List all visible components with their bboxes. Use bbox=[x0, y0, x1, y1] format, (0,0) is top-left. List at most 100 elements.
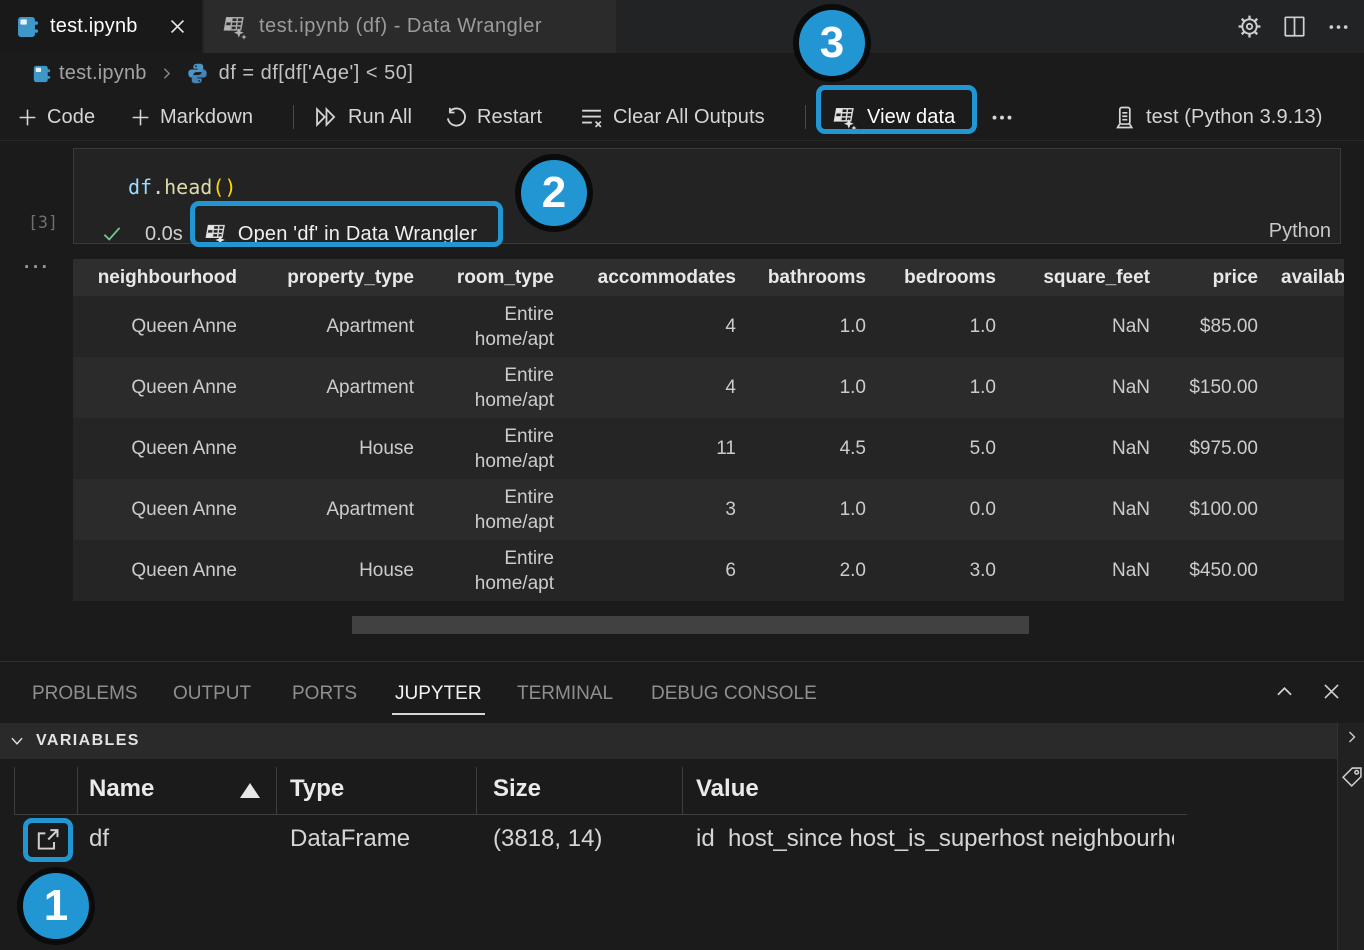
table-cell: Queen Anne bbox=[73, 375, 250, 400]
column-header-type[interactable]: Type bbox=[290, 775, 344, 803]
table-row: Queen AnneApartmentEntire home/apt31.00.… bbox=[73, 479, 1344, 540]
grid-separator bbox=[14, 767, 15, 814]
table-cell: $85.00 bbox=[1163, 314, 1271, 339]
table-cell: Apartment bbox=[250, 314, 427, 339]
table-cell: Entire home/apt bbox=[427, 424, 567, 474]
table-cell: 5.0 bbox=[879, 436, 1009, 461]
grid-separator bbox=[476, 767, 477, 814]
dataframe-output-table: neighbourhoodproperty_typeroom_typeaccom… bbox=[73, 259, 1344, 601]
table-cell: 1.0 bbox=[879, 375, 1009, 400]
toolbar-separator bbox=[293, 105, 294, 129]
table-row: Queen AnneApartmentEntire home/apt41.01.… bbox=[73, 357, 1344, 418]
column-header-name[interactable]: Name bbox=[89, 775, 154, 803]
panel-actions bbox=[1274, 681, 1342, 702]
grid-separator bbox=[682, 767, 683, 814]
code-token: df bbox=[128, 175, 152, 199]
variables-section-label: VARIABLES bbox=[36, 732, 140, 750]
table-column-header: neighbourhood bbox=[73, 265, 250, 290]
run-all-button[interactable]: Run All bbox=[313, 94, 412, 140]
add-code-label: Code bbox=[47, 106, 95, 129]
cell-language[interactable]: Python bbox=[1269, 220, 1331, 243]
panel-tab-debug-console[interactable]: DEBUG CONSOLE bbox=[651, 683, 817, 705]
table-column-header: availability_365 bbox=[1271, 265, 1344, 290]
table-cell: 1.0 bbox=[749, 375, 879, 400]
table-column-header: accommodates bbox=[567, 265, 749, 290]
tag-icon[interactable] bbox=[1341, 766, 1363, 788]
table-cell: Queen Anne bbox=[73, 558, 250, 583]
sort-ascending-icon[interactable] bbox=[240, 783, 260, 798]
panel-tab-output[interactable]: OUTPUT bbox=[173, 683, 251, 705]
run-all-label: Run All bbox=[348, 106, 412, 129]
kernel-label: test (Python 3.9.13) bbox=[1146, 106, 1323, 129]
split-editor-icon[interactable] bbox=[1283, 15, 1306, 38]
table-cell: House bbox=[250, 436, 427, 461]
chevron-right-icon bbox=[158, 65, 175, 82]
table-column-header: bathrooms bbox=[749, 265, 879, 290]
more-actions-icon[interactable] bbox=[1327, 15, 1350, 38]
cell-code[interactable]: df.head() bbox=[128, 175, 236, 199]
chevron-up-icon[interactable] bbox=[1274, 681, 1295, 702]
tab-data-wrangler[interactable]: test.ipynb (df) - Data Wrangler bbox=[204, 0, 616, 53]
table-cell: 3 bbox=[567, 497, 749, 522]
table-cell: $150.00 bbox=[1163, 375, 1271, 400]
chevron-right-icon[interactable] bbox=[1344, 729, 1360, 745]
gear-icon[interactable] bbox=[1237, 14, 1262, 39]
tab-label: test.ipynb (df) - Data Wrangler bbox=[259, 15, 542, 38]
output-more-icon[interactable]: ··· bbox=[24, 257, 50, 279]
table-cell: Queen Anne bbox=[73, 436, 250, 461]
tabbar-actions bbox=[1237, 0, 1350, 53]
horizontal-scrollbar[interactable] bbox=[352, 616, 1029, 634]
panel-tab-ports[interactable]: PORTS bbox=[292, 683, 357, 705]
clear-all-outputs-button[interactable]: Clear All Outputs bbox=[579, 94, 765, 140]
add-code-button[interactable]: Code bbox=[17, 94, 95, 140]
table-column-header: price bbox=[1163, 265, 1271, 290]
variables-section-header[interactable]: VARIABLES bbox=[0, 723, 1337, 759]
success-check-icon bbox=[100, 223, 124, 245]
more-toolbar-icon[interactable] bbox=[990, 94, 1014, 140]
table-header-row: neighbourhoodproperty_typeroom_typeaccom… bbox=[73, 259, 1344, 296]
table-cell: 6 bbox=[567, 558, 749, 583]
table-cell: $975.00 bbox=[1163, 436, 1271, 461]
close-icon[interactable] bbox=[168, 17, 187, 36]
active-tab-underline bbox=[392, 713, 485, 715]
table-cell: 1.0 bbox=[749, 314, 879, 339]
tab-test-ipynb[interactable]: test.ipynb bbox=[0, 0, 202, 53]
table-cell: 3.0 bbox=[879, 558, 1009, 583]
column-header-size[interactable]: Size bbox=[493, 775, 541, 803]
code-token: head bbox=[164, 175, 212, 199]
panel-tabs: PROBLEMS OUTPUT PORTS JUPYTER TERMINAL DEBUG … bbox=[0, 662, 1364, 722]
table-cell: Entire home/apt bbox=[427, 485, 567, 535]
table-cell: 4.5 bbox=[749, 436, 879, 461]
panel-tab-terminal[interactable]: TERMINAL bbox=[517, 683, 613, 705]
add-markdown-button[interactable]: Markdown bbox=[130, 94, 253, 140]
kernel-picker[interactable]: test (Python 3.9.13) bbox=[1112, 94, 1323, 140]
table-cell: NaN bbox=[1009, 436, 1163, 461]
annotation-box-view-data bbox=[816, 85, 977, 134]
table-column-header: bedrooms bbox=[879, 265, 1009, 290]
table-row: Queen AnneApartmentEntire home/apt41.01.… bbox=[73, 296, 1344, 357]
table-cell: $450.00 bbox=[1163, 558, 1271, 583]
grid-separator bbox=[276, 767, 277, 814]
breadcrumb-file[interactable]: test.ipynb bbox=[59, 62, 147, 85]
close-panel-icon[interactable] bbox=[1321, 681, 1342, 702]
code-token: . bbox=[152, 175, 164, 199]
grid-header-underline bbox=[14, 814, 1187, 815]
breadcrumb-symbol[interactable]: df = df[df['Age'] < 50] bbox=[219, 62, 414, 85]
table-cell: Queen Anne bbox=[73, 497, 250, 522]
table-column-header: property_type bbox=[250, 265, 427, 290]
restart-button[interactable]: Restart bbox=[445, 94, 542, 140]
variable-size[interactable]: (3818, 14) bbox=[493, 825, 602, 853]
table-cell: 0.0 bbox=[879, 497, 1009, 522]
variable-value[interactable]: id host_since host_is_superhost neighbou… bbox=[696, 825, 1174, 853]
table-cell: NaN bbox=[1009, 314, 1163, 339]
variable-type[interactable]: DataFrame bbox=[290, 825, 410, 853]
toolbar-separator bbox=[805, 105, 806, 129]
restart-label: Restart bbox=[477, 106, 542, 129]
variable-name[interactable]: df bbox=[89, 825, 109, 853]
column-header-value[interactable]: Value bbox=[696, 775, 759, 803]
grid-separator bbox=[77, 767, 78, 814]
panel-tab-problems[interactable]: PROBLEMS bbox=[32, 683, 138, 705]
panel-tab-jupyter[interactable]: JUPYTER bbox=[395, 683, 482, 705]
annotation-badge-1: 1 bbox=[17, 867, 95, 945]
table-cell: House bbox=[250, 558, 427, 583]
